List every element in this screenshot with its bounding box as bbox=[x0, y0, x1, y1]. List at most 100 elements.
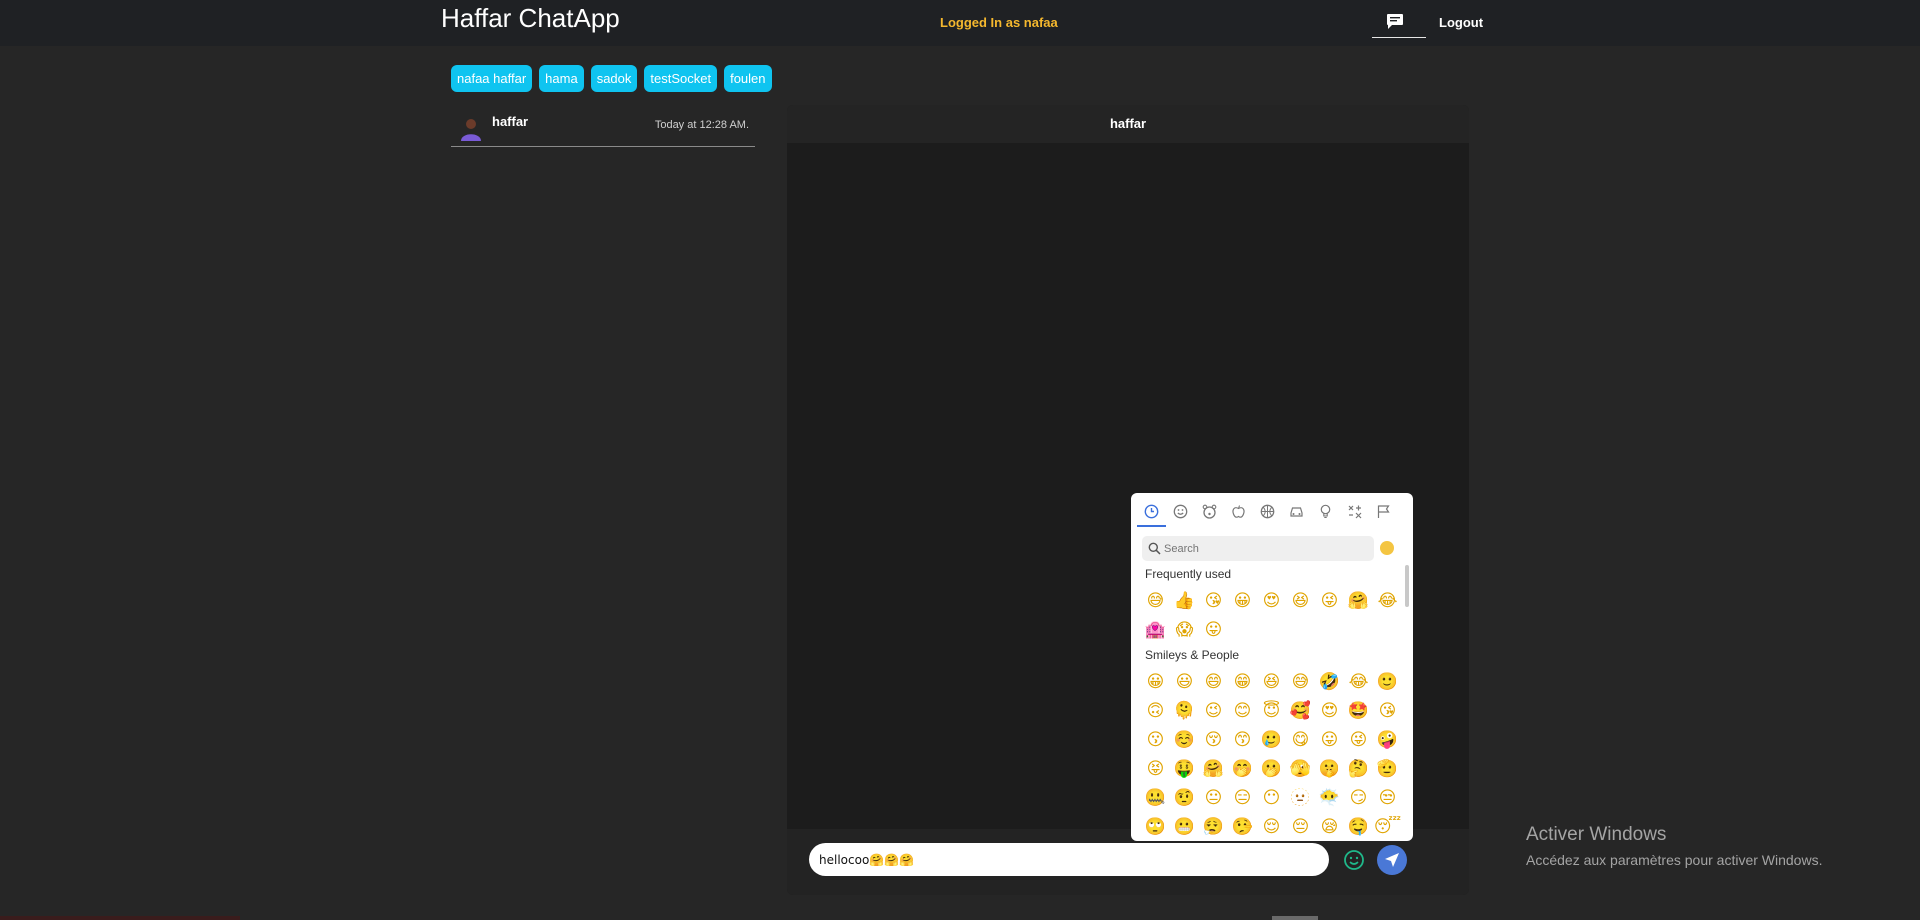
user-chip[interactable]: nafaa haffar bbox=[451, 65, 533, 92]
emoji-item[interactable]: 🫠 bbox=[1170, 697, 1199, 726]
emoji-item[interactable]: 😍 bbox=[1257, 587, 1286, 616]
emoji-item[interactable]: 😶‍🌫️ bbox=[1315, 784, 1344, 813]
emoji-item[interactable]: 😮‍💨 bbox=[1199, 813, 1228, 841]
emoji-item[interactable]: 😀 bbox=[1228, 587, 1257, 616]
emoji-item[interactable]: 🤤 bbox=[1344, 813, 1373, 841]
emoji-item[interactable]: 😍 bbox=[1315, 697, 1344, 726]
activity-category-tab[interactable] bbox=[1253, 497, 1282, 525]
emoji-item[interactable]: 😉 bbox=[1199, 697, 1228, 726]
emoji-picker: Frequently used 😅👍😘😀😍😆😜🤗😂🏩😱😛 Smileys & P… bbox=[1131, 493, 1413, 841]
emoji-item[interactable]: 👍 bbox=[1170, 587, 1199, 616]
emoji-item[interactable]: 🙃 bbox=[1141, 697, 1170, 726]
emoji-search-box bbox=[1142, 536, 1374, 561]
emoji-item[interactable]: 🤭 bbox=[1228, 755, 1257, 784]
emoji-item[interactable]: 🤑 bbox=[1170, 755, 1199, 784]
emoji-item[interactable]: 😒 bbox=[1373, 784, 1402, 813]
emoji-item[interactable]: 😂 bbox=[1373, 587, 1402, 616]
emoji-item[interactable]: 😜 bbox=[1344, 726, 1373, 755]
emoji-item[interactable]: 😘 bbox=[1373, 697, 1402, 726]
emoji-item[interactable]: 😋 bbox=[1286, 726, 1315, 755]
emoji-item[interactable]: 😇 bbox=[1257, 697, 1286, 726]
emoji-item[interactable]: 😐 bbox=[1199, 784, 1228, 813]
emoji-item[interactable]: 🫣 bbox=[1286, 755, 1315, 784]
emoji-item[interactable]: 🤣 bbox=[1315, 668, 1344, 697]
emoji-item[interactable]: 🫥 bbox=[1286, 784, 1315, 813]
paw-icon bbox=[1202, 504, 1217, 519]
animals-category-tab[interactable] bbox=[1195, 497, 1224, 525]
app-title[interactable]: Haffar ChatApp bbox=[441, 3, 620, 34]
emoji-item[interactable]: 😑 bbox=[1228, 784, 1257, 813]
emoji-item[interactable]: 😆 bbox=[1257, 668, 1286, 697]
emoji-item[interactable]: 🤗 bbox=[1199, 755, 1228, 784]
flags-category-tab[interactable] bbox=[1369, 497, 1398, 525]
emoji-item[interactable]: 😛 bbox=[1199, 616, 1228, 645]
emoji-item[interactable]: 🙂 bbox=[1373, 668, 1402, 697]
emoji-item[interactable]: 😂 bbox=[1344, 668, 1373, 697]
emoji-item[interactable]: 🫢 bbox=[1257, 755, 1286, 784]
emoji-item[interactable]: 😬 bbox=[1170, 813, 1199, 841]
symbols-category-tab[interactable] bbox=[1340, 497, 1369, 525]
emoji-item[interactable]: 🥰 bbox=[1286, 697, 1315, 726]
emoji-item[interactable]: 😁 bbox=[1228, 668, 1257, 697]
conversation-item[interactable]: haffar Today at 12:28 AM. bbox=[451, 108, 755, 147]
watermark-title: Activer Windows bbox=[1526, 824, 1667, 845]
smileys-category-tab[interactable] bbox=[1166, 497, 1195, 525]
emoji-item[interactable]: 😏 bbox=[1344, 784, 1373, 813]
logout-button[interactable]: Logout bbox=[1439, 15, 1483, 30]
picker-scrollbar[interactable] bbox=[1405, 565, 1409, 607]
emoji-item[interactable]: 🤗 bbox=[1344, 587, 1373, 616]
emoji-item[interactable]: 🤐 bbox=[1141, 784, 1170, 813]
emoji-item[interactable]: 😪 bbox=[1315, 813, 1344, 841]
user-chip[interactable]: foulen bbox=[724, 65, 772, 92]
emoji-item[interactable]: 🤔 bbox=[1344, 755, 1373, 784]
watermark-subtitle: Accédez aux paramètres pour activer Wind… bbox=[1526, 852, 1823, 868]
emoji-item[interactable]: 😗 bbox=[1141, 726, 1170, 755]
emoji-item[interactable]: 😅 bbox=[1286, 668, 1315, 697]
food-category-tab[interactable] bbox=[1224, 497, 1253, 525]
emoji-item[interactable]: 🤩 bbox=[1344, 697, 1373, 726]
emoji-item[interactable]: 😅 bbox=[1141, 587, 1170, 616]
travel-category-tab[interactable] bbox=[1282, 497, 1311, 525]
emoji-item[interactable]: 😛 bbox=[1315, 726, 1344, 755]
user-chip[interactable]: hama bbox=[539, 65, 584, 92]
emoji-toggle-icon[interactable] bbox=[1343, 849, 1365, 871]
chat-bubble-icon bbox=[1387, 14, 1403, 29]
emoji-item[interactable]: 😔 bbox=[1286, 813, 1315, 841]
emoji-item[interactable]: 😴 bbox=[1373, 813, 1402, 841]
emoji-item[interactable]: 😀 bbox=[1141, 668, 1170, 697]
user-chip[interactable]: sadok bbox=[590, 65, 638, 92]
emoji-item[interactable]: 🫡 bbox=[1373, 755, 1402, 784]
emoji-item[interactable]: 😱 bbox=[1170, 616, 1199, 645]
emoji-item[interactable]: 🤥 bbox=[1228, 813, 1257, 841]
emoji-item[interactable]: 🙄 bbox=[1141, 813, 1170, 841]
emoji-item[interactable]: 😶 bbox=[1257, 784, 1286, 813]
user-chip[interactable]: testSocket bbox=[644, 65, 718, 92]
emoji-item[interactable]: 🥲 bbox=[1257, 726, 1286, 755]
smiley-icon bbox=[1173, 504, 1188, 518]
emoji-item[interactable]: 😘 bbox=[1199, 587, 1228, 616]
emoji-item[interactable]: 😊 bbox=[1228, 697, 1257, 726]
emoji-item[interactable]: 😚 bbox=[1199, 726, 1228, 755]
emoji-item[interactable]: 😝 bbox=[1141, 755, 1170, 784]
skin-tone-selector[interactable] bbox=[1380, 541, 1394, 555]
emoji-item[interactable]: 😄 bbox=[1199, 668, 1228, 697]
recent-category-tab[interactable] bbox=[1137, 497, 1166, 527]
taskbar-edge bbox=[0, 916, 240, 920]
send-button[interactable] bbox=[1377, 845, 1407, 875]
emoji-item[interactable]: 🏩 bbox=[1141, 616, 1170, 645]
emoji-item[interactable]: 😃 bbox=[1170, 668, 1199, 697]
emoji-item[interactable]: 😆 bbox=[1286, 587, 1315, 616]
emoji-item[interactable]: 😜 bbox=[1315, 587, 1344, 616]
top-navbar: Haffar ChatApp Logged In as nafaa Logout bbox=[0, 0, 1920, 46]
objects-category-tab[interactable] bbox=[1311, 497, 1340, 525]
emoji-item[interactable]: 😌 bbox=[1257, 813, 1286, 841]
emoji-item[interactable]: 😙 bbox=[1228, 726, 1257, 755]
emoji-item[interactable]: 🤨 bbox=[1170, 784, 1199, 813]
messages-nav-button[interactable] bbox=[1372, 8, 1426, 38]
emoji-search-input[interactable] bbox=[1164, 536, 1364, 561]
emoji-item[interactable]: 🤪 bbox=[1373, 726, 1402, 755]
emoji-item[interactable]: ☺️ bbox=[1170, 726, 1199, 755]
emoji-item[interactable]: 🤫 bbox=[1315, 755, 1344, 784]
message-input[interactable] bbox=[809, 843, 1329, 876]
car-icon bbox=[1290, 506, 1303, 517]
